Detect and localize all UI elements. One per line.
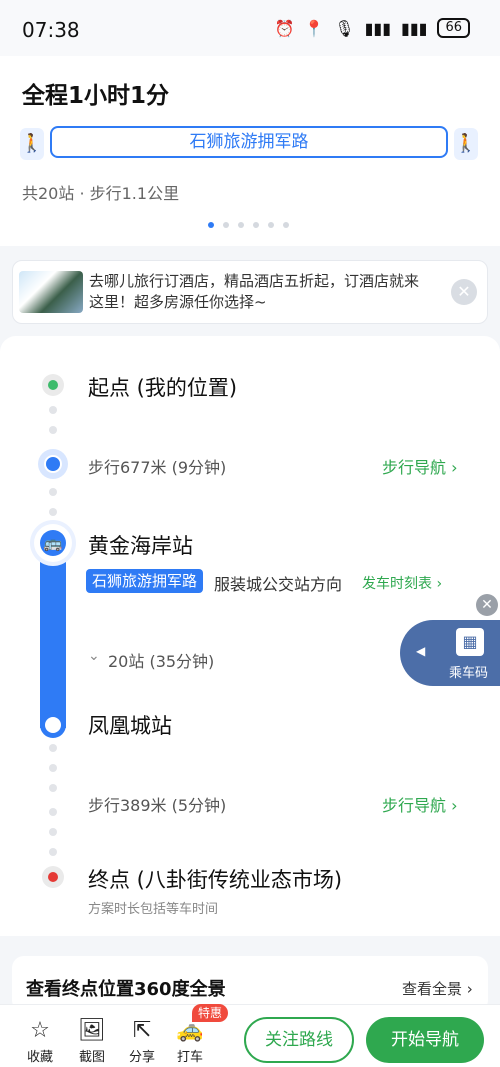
screenshot-label: 截图 [78,1050,105,1065]
qr-close-button[interactable]: ✕ [476,594,498,616]
panorama-link[interactable]: 查看全景 › [402,978,473,999]
taxi-promo-badge: 特惠 [192,1004,229,1022]
ride-code-label[interactable]: 乘车码 [449,662,488,681]
walk-icon: 🚶 [454,128,478,160]
walk-segment-1: 步行677米 (9分钟) [88,458,227,477]
path-dot [49,508,57,516]
ad-text: 去哪儿旅行订酒店，精品酒店五折起，订酒店就来这里！超多房源任你选择~ [89,272,420,311]
status-icons: ⏰ 📍 🎙 ▮▮▮ ▮▮▮ 66 [274,18,470,38]
alight-stop-dot [45,717,61,733]
alarm-icon: ⏰ [274,18,295,38]
image-icon: 🖼 [78,1018,106,1043]
share-label: 分享 [128,1050,155,1065]
path-dot [49,848,57,856]
share-icon: ⇱ [132,1018,152,1043]
current-location-dot [44,455,62,473]
path-dot [49,764,57,772]
walk-icon: 🚶 [20,128,44,160]
stop-count[interactable]: 20站 (35分钟) [108,648,214,672]
page-dot [253,222,259,228]
signal-wifi-icon: ▮▮▮ [401,18,428,38]
taxi-button[interactable]: 🚕 打车 [170,1018,210,1065]
share-button[interactable]: ⇱ 分享 [122,1018,162,1065]
mic-icon: 🎙 [334,18,355,38]
walk-segment-2: 步行389米 (5分钟) [88,796,227,815]
ad-close-button[interactable]: ✕ [451,279,477,305]
star-icon: ☆ [30,1018,50,1043]
ad-image [19,271,83,313]
alight-stop-node [40,712,66,738]
route-summary: 共20站 · 步行1.1公里 [22,184,180,203]
page-dot [268,222,274,228]
signal-icon: ▮▮▮ [364,18,392,38]
panorama-title: 查看终点位置360度全景 [26,979,226,1000]
path-dot [49,784,57,792]
taxi-label: 打车 [176,1050,203,1065]
bus-direction: 服装城公交站方向 [214,575,343,594]
start-node-dot [48,380,58,390]
bus-line-badge[interactable]: 石狮旅游拥军路 [86,569,204,593]
status-time: 07:38 [22,18,80,42]
collapse-arrow-icon[interactable]: ◀ [416,644,425,658]
page-dot [238,222,244,228]
path-dot [49,406,57,414]
path-dot [49,808,57,816]
start-node-icon [42,374,64,396]
battery-indicator: 66 [437,18,470,38]
walk-navigate-button-1[interactable]: 步行导航 › [382,454,458,478]
end-title: 终点 (八卦街传统业态市场) [88,868,343,892]
path-dot [49,744,57,752]
screenshot-button[interactable]: 🖼 截图 [72,1018,112,1065]
page-dot [223,222,229,228]
path-dot [49,488,57,496]
page-dot-active [208,222,214,228]
total-duration: 全程1小时1分 [22,83,170,109]
end-node-icon [42,866,64,888]
favorite-button[interactable]: ☆ 收藏 [20,1018,60,1065]
location-icon: 📍 [304,18,325,38]
board-station: 黄金海岸站 [88,534,193,558]
qr-code-icon[interactable]: ▦ [456,628,484,656]
path-dot [49,426,57,434]
page-indicator [208,222,289,228]
favorite-label: 收藏 [26,1050,53,1065]
ad-banner[interactable]: 去哪儿旅行订酒店，精品酒店五折起，订酒店就来这里！超多房源任你选择~ ✕ [12,260,488,324]
chevron-down-icon[interactable]: ⌄ [88,648,100,664]
bus-stop-node: 🚌 [34,524,72,562]
page-dot [283,222,289,228]
end-node-dot [48,872,58,882]
route-line-chip[interactable]: 石狮旅游拥军路 [50,126,448,158]
start-navigation-button[interactable]: 开始导航 [366,1017,484,1063]
follow-route-button[interactable]: 关注路线 [244,1017,354,1063]
current-location-icon [38,449,68,479]
alight-station: 凤凰城站 [88,714,172,738]
start-title: 起点 (我的位置) [88,376,238,400]
path-dot [49,828,57,836]
timetable-link[interactable]: 发车时刻表 › [362,573,442,593]
bus-line-bar [40,560,66,728]
duration-note: 方案时长包括等车时间 [88,902,219,917]
bus-icon: 🚌 [40,530,66,556]
walk-navigate-button-2[interactable]: 步行导航 › [382,792,458,816]
